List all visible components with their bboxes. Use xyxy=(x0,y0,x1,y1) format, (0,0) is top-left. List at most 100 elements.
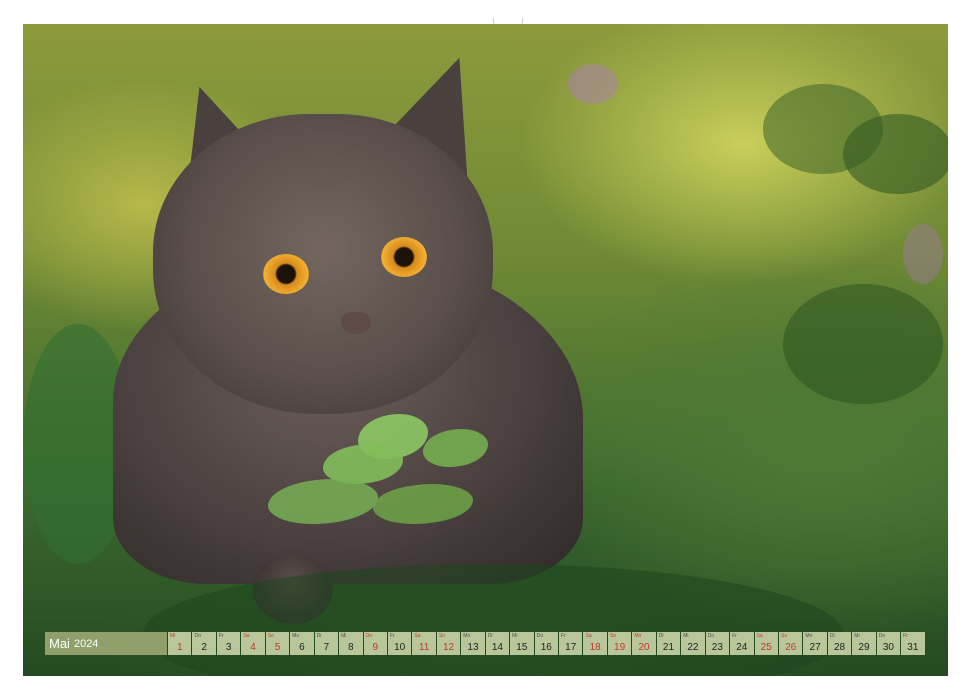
day-number: 27 xyxy=(809,642,821,653)
day-number: 20 xyxy=(638,642,650,653)
day-cell: Di 21 xyxy=(656,632,681,655)
weekday-abbrev: Sa xyxy=(756,633,763,639)
day-cell: So 26 xyxy=(778,632,803,655)
cat-nose xyxy=(341,312,371,334)
weekday-abbrev: Mi xyxy=(341,633,347,639)
weekday-abbrev: Do xyxy=(194,633,201,639)
kitten-photo xyxy=(23,24,948,676)
day-cell: Mo 27 xyxy=(803,632,827,655)
day-cell: Fr 24 xyxy=(730,632,754,655)
month-name: Mai xyxy=(49,636,70,651)
day-number: 7 xyxy=(323,642,330,653)
weekday-abbrev: Sa xyxy=(414,633,421,639)
day-cell: Do 9 xyxy=(363,632,387,655)
day-cell: Di 7 xyxy=(314,632,339,655)
weekday-abbrev: So xyxy=(780,633,788,639)
year-label: 2024 xyxy=(73,637,99,650)
day-cell: Mo 13 xyxy=(461,632,485,655)
day-number: 12 xyxy=(442,642,455,653)
day-number: 15 xyxy=(516,642,528,653)
day-number: 19 xyxy=(614,642,626,653)
day-cell: Fr 10 xyxy=(387,632,412,655)
month-year-label: Mai 2024 xyxy=(45,632,167,655)
day-number: 3 xyxy=(225,642,232,653)
day-number: 5 xyxy=(274,642,281,653)
weekday-abbrev: Mi xyxy=(854,633,860,639)
day-cell: Mo 6 xyxy=(290,632,314,655)
background-blur-leaf xyxy=(843,114,948,194)
day-cell: So 19 xyxy=(607,632,632,655)
weekday-abbrev: Do xyxy=(878,633,886,639)
day-number: 30 xyxy=(882,642,894,653)
weekday-abbrev: Mi xyxy=(512,633,518,639)
day-cell: Sa 11 xyxy=(412,632,436,655)
day-number: 31 xyxy=(907,642,919,653)
day-cell: Do 23 xyxy=(705,632,730,655)
day-number: 10 xyxy=(394,642,406,653)
day-number: 22 xyxy=(687,642,699,653)
day-number: 16 xyxy=(540,642,552,653)
weekday-abbrev: Fr xyxy=(561,633,566,639)
day-cell: Mi 29 xyxy=(852,632,876,655)
day-cell: So 12 xyxy=(436,632,461,655)
day-number: 28 xyxy=(833,642,846,653)
day-number: 11 xyxy=(418,642,430,653)
day-cell: Di 14 xyxy=(485,632,510,655)
weekday-abbrev: Do xyxy=(536,633,544,639)
day-number: 9 xyxy=(372,642,379,653)
weekday-abbrev: So xyxy=(609,633,617,639)
day-number: 14 xyxy=(491,642,503,653)
day-number: 8 xyxy=(348,642,354,653)
background-blur-flower xyxy=(568,64,618,104)
weekday-abbrev: Di xyxy=(316,633,322,639)
day-cell: Do 2 xyxy=(192,632,216,655)
weekday-abbrev: Di xyxy=(829,633,835,639)
day-number: 13 xyxy=(467,642,479,653)
weekday-abbrev: Fr xyxy=(389,633,395,639)
weekday-abbrev: Mo xyxy=(805,633,813,639)
weekday-abbrev: So xyxy=(267,633,274,639)
day-number: 4 xyxy=(250,642,256,653)
day-number: 17 xyxy=(565,642,577,653)
day-number: 2 xyxy=(201,642,207,653)
weekday-abbrev: Do xyxy=(365,633,372,639)
day-cell: Mi 8 xyxy=(339,632,363,655)
weekday-abbrev: Sa xyxy=(243,633,250,639)
day-cell: Di 28 xyxy=(827,632,852,655)
weekday-abbrev: So xyxy=(438,633,445,639)
day-cell: Mi 1 xyxy=(168,632,192,655)
day-cell: Sa 4 xyxy=(241,632,265,655)
weekday-abbrev: Mo xyxy=(463,633,471,639)
day-number: 23 xyxy=(711,642,723,653)
weekday-abbrev: Mi xyxy=(683,633,689,639)
day-cell: Mi 15 xyxy=(510,632,534,655)
day-cell: Fr 3 xyxy=(216,632,241,655)
day-number: 26 xyxy=(785,642,797,653)
weekday-abbrev: Do xyxy=(707,633,715,639)
month-calendar-strip: Mai 2024 Mi 1 Do 2 Fr 3 Sa 4 So 5 Mo 6 Di 7 Mi 8 Do 9 Fr 10… xyxy=(45,632,926,655)
day-number: 29 xyxy=(858,642,870,653)
weekday-abbrev: Di xyxy=(658,633,664,639)
day-cell: Sa 25 xyxy=(754,632,778,655)
day-number: 21 xyxy=(662,642,675,653)
weekday-abbrev: Sa xyxy=(585,633,592,639)
day-number: 24 xyxy=(736,642,748,653)
day-cell: Mi 22 xyxy=(681,632,705,655)
cat-head xyxy=(153,114,493,414)
day-number: 18 xyxy=(589,642,601,653)
day-cell: Mo 20 xyxy=(632,632,656,655)
weekday-abbrev: Mo xyxy=(292,633,300,639)
day-number: 6 xyxy=(299,642,305,653)
day-cell: Fr 31 xyxy=(901,632,925,655)
cat-left-eye xyxy=(263,254,309,294)
day-cell: Fr 17 xyxy=(559,632,583,655)
weekday-abbrev: Fr xyxy=(732,633,737,639)
background-blur-flower xyxy=(903,224,943,284)
day-cell: Sa 18 xyxy=(583,632,607,655)
day-cell: Do 30 xyxy=(876,632,901,655)
weekday-abbrev: Fr xyxy=(903,633,908,639)
weekday-abbrev: Di xyxy=(487,633,493,639)
day-cell: Do 16 xyxy=(534,632,558,655)
day-cell: So 5 xyxy=(265,632,290,655)
weekday-abbrev: Mo xyxy=(634,633,642,639)
